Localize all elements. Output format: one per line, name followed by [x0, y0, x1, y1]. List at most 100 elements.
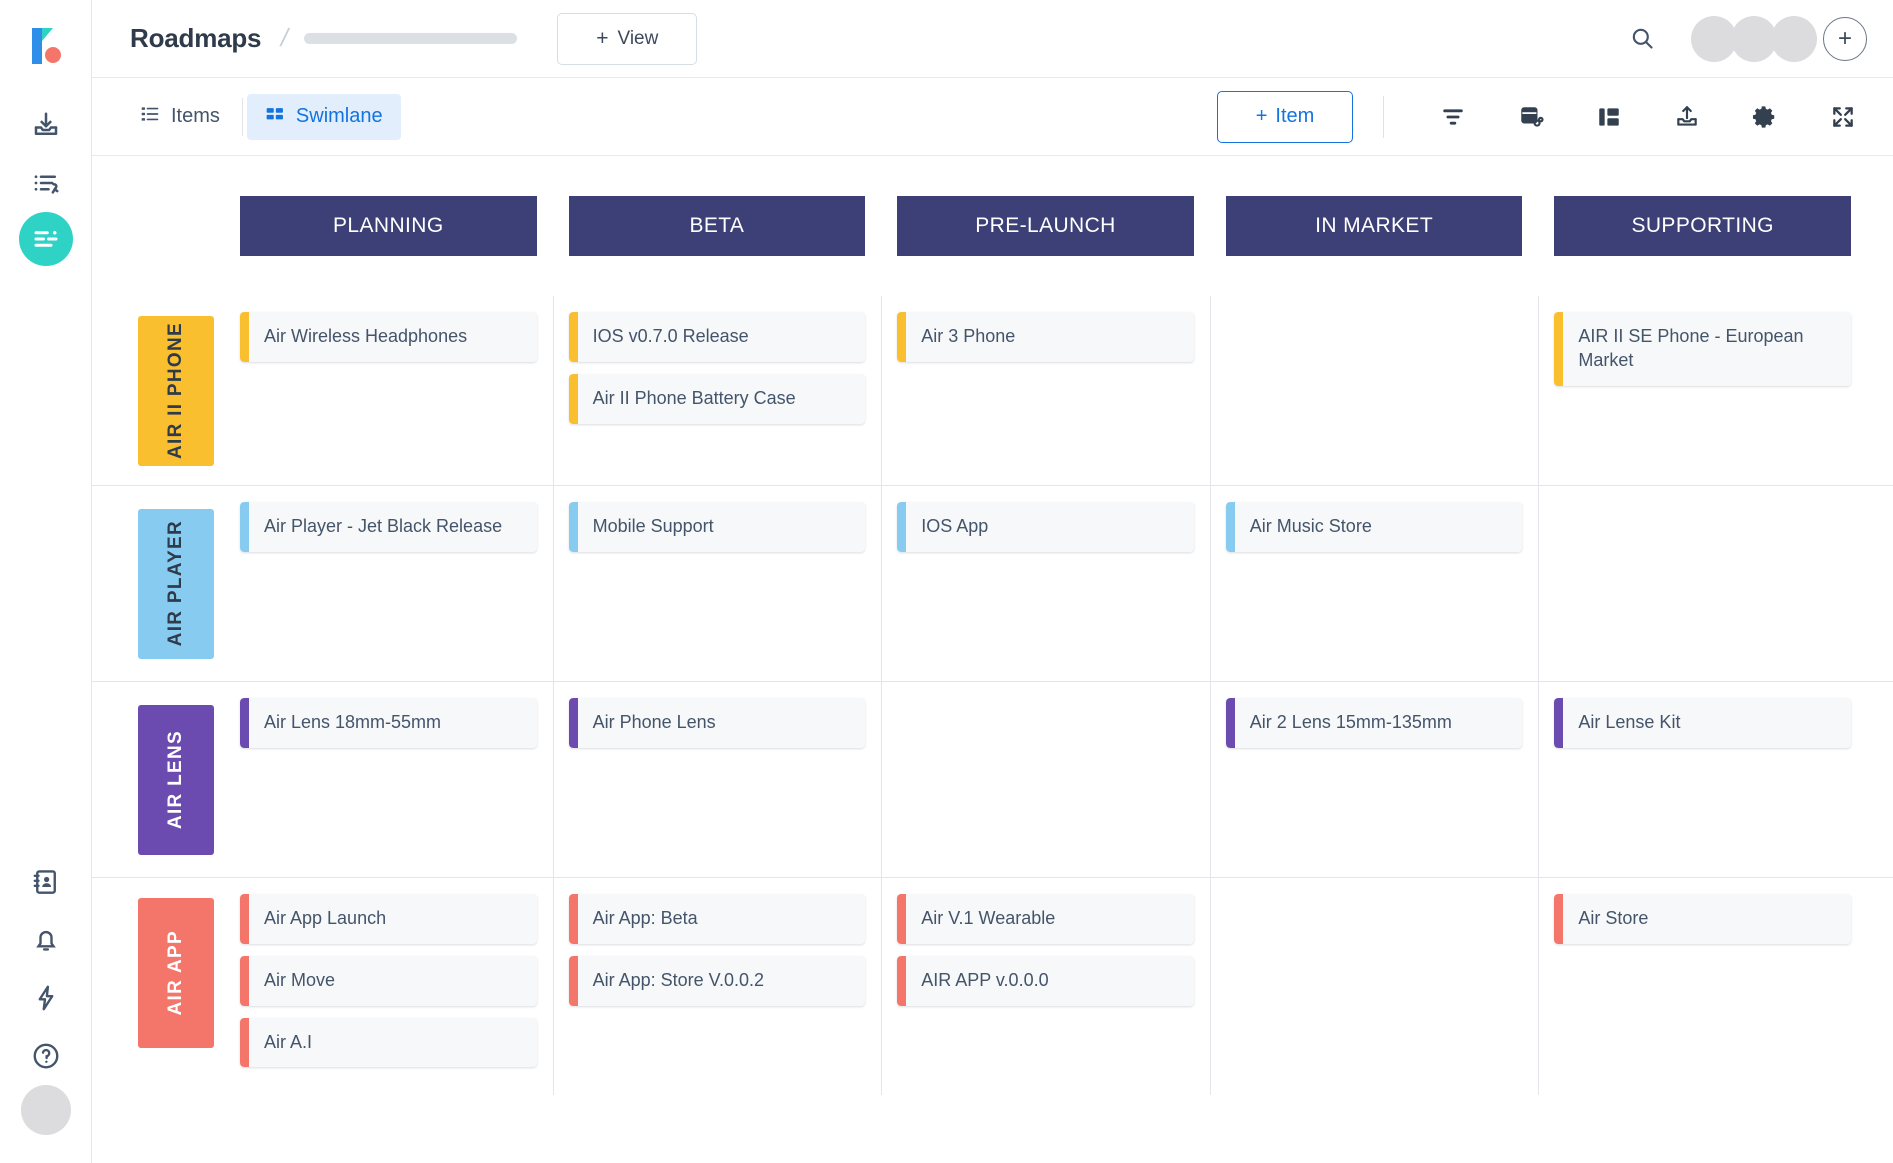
- add-view-label: View: [617, 27, 659, 49]
- roadmap-card[interactable]: Air 2 Lens 15mm-135mm: [1225, 698, 1523, 748]
- swimlane-label[interactable]: AIR II PHONE: [138, 315, 214, 466]
- breadcrumb-separator: /: [278, 24, 292, 52]
- bell-icon[interactable]: [17, 911, 75, 969]
- roadmap-card[interactable]: Air A.I: [240, 1017, 537, 1068]
- roadmap-card[interactable]: Air Store: [1554, 894, 1851, 944]
- roadmap-card[interactable]: Air Phone Lens: [568, 698, 866, 748]
- column-header[interactable]: IN MARKET: [1225, 196, 1523, 256]
- help-icon[interactable]: [17, 1027, 75, 1085]
- roadmap-card[interactable]: IOS v0.7.0 Release: [568, 312, 866, 362]
- swimlane-cell[interactable]: Mobile Support: [552, 486, 866, 681]
- roadmap-card[interactable]: Air App Launch: [240, 894, 537, 944]
- swimlane-cell[interactable]: Air App: Beta Air App: Store V.0.0.2: [552, 877, 866, 1096]
- swimlane-label-text: AIR II PHONE: [165, 321, 186, 459]
- user-avatar[interactable]: [20, 1085, 71, 1135]
- fullscreen-icon[interactable]: [1821, 95, 1865, 139]
- search-icon[interactable]: [1619, 16, 1665, 62]
- inbox-download-icon[interactable]: [17, 96, 75, 154]
- column-headers: PLANNING BETA PRE-LAUNCH IN MARKET SUPPORTIN…: [240, 156, 1893, 256]
- roadmap-card[interactable]: Mobile Support: [568, 502, 866, 552]
- column-header[interactable]: SUPPORTING: [1554, 196, 1851, 256]
- roadmap-card[interactable]: IOS App: [897, 502, 1194, 552]
- avatar[interactable]: [1771, 15, 1817, 62]
- plus-icon: +: [596, 26, 609, 50]
- swimlane-cell[interactable]: Air Lense Kit: [1538, 682, 1851, 877]
- column-header[interactable]: BETA: [568, 196, 866, 256]
- roadmap-card[interactable]: Air Wireless Headphones: [240, 312, 537, 362]
- swimlane-label[interactable]: AIR APP: [138, 898, 214, 1048]
- roadmap-card[interactable]: Air Player - Jet Black Release: [240, 502, 537, 552]
- roadmap-card[interactable]: Air App: Store V.0.0.2: [568, 955, 866, 1006]
- swimlane-cell[interactable]: Air Store: [1538, 877, 1851, 1096]
- roadmap-card[interactable]: Air 3 Phone: [897, 312, 1194, 362]
- swimlane-cell[interactable]: Air V.1 Wearable AIR APP v.0.0.0: [881, 877, 1194, 1096]
- toolbar-divider: [1383, 95, 1384, 138]
- add-item-label: Item: [1275, 105, 1315, 127]
- tab-swimlane[interactable]: Swimlane: [246, 93, 401, 140]
- roadmap-card[interactable]: Air II Phone Battery Case: [568, 373, 866, 424]
- swimlane-cell[interactable]: Air Wireless Headphones: [240, 312, 537, 469]
- app-logo[interactable]: [22, 22, 70, 70]
- swimlane-label[interactable]: AIR LENS: [138, 704, 214, 855]
- tab-items-label: Items: [171, 105, 220, 127]
- tab-divider: [241, 97, 243, 136]
- main-window: Roadmaps / + View + Items Swimlane + Ite…: [92, 0, 1893, 1163]
- swimlane-columns: Air Wireless Headphones IOS v0.7.0 Releas…: [240, 296, 1893, 485]
- breadcrumb-placeholder: [304, 33, 518, 44]
- task-list-icon[interactable]: [17, 154, 75, 212]
- filter-icon[interactable]: [1431, 95, 1475, 139]
- swimlane-columns: Air App Launch Air Move Air A.I Air App: Be…: [240, 877, 1893, 1096]
- swimlanes: AIR II PHONE Air Wireless Headphones IOS v…: [92, 296, 1893, 1163]
- swimlane-cell[interactable]: Air 2 Lens 15mm-135mm: [1209, 682, 1523, 877]
- layout-panel-icon[interactable]: [1587, 95, 1631, 139]
- header-actions: +: [1619, 15, 1867, 62]
- swimlane-label-text: AIR LENS: [165, 729, 186, 830]
- tab-items[interactable]: Items: [122, 94, 238, 140]
- roadmap-card[interactable]: AIR APP v.0.0.0: [897, 955, 1194, 1006]
- swimlane-cell[interactable]: Air Phone Lens: [552, 682, 866, 877]
- roadmap-card[interactable]: Air Lens 18mm-55mm: [240, 698, 537, 748]
- swimlane-cell[interactable]: Air 3 Phone: [881, 296, 1194, 485]
- swimlane-cell[interactable]: Air App Launch Air Move Air A.I: [240, 894, 537, 1079]
- swimlane-label-wrap: AIR APP: [92, 878, 240, 1068]
- swimlane-row: AIR LENS Air Lens 18mm-55mm Air Phone Lens…: [92, 682, 1893, 878]
- left-nav-rail: [0, 0, 92, 1163]
- roadmap-icon[interactable]: [18, 212, 73, 266]
- swimlane-cell[interactable]: AIR II SE Phone - European Market: [1538, 296, 1851, 485]
- board-toolbar: Items Swimlane + Item: [92, 78, 1893, 156]
- swimlane-cell[interactable]: Air Player - Jet Black Release: [240, 502, 537, 665]
- app-root: Roadmaps / + View + Items Swimlane + Ite…: [0, 0, 1893, 1163]
- swimlane-cell[interactable]: [881, 682, 1194, 877]
- add-view-button[interactable]: + View: [557, 12, 698, 65]
- column-header[interactable]: PLANNING: [240, 196, 537, 256]
- bolt-icon[interactable]: [17, 969, 75, 1027]
- roadmap-card[interactable]: Air App: Beta: [568, 894, 866, 944]
- swimlane-cell[interactable]: Air Lens 18mm-55mm: [240, 698, 537, 861]
- swimlane-row: AIR APP Air App Launch Air Move Air A.I Air …: [92, 877, 1893, 1096]
- swimlane-cell[interactable]: [1538, 486, 1851, 681]
- roadmap-card[interactable]: Air Move: [240, 955, 537, 1006]
- list-icon: [140, 104, 160, 130]
- swimlane-label[interactable]: AIR PLAYER: [138, 508, 214, 659]
- roadmap-card[interactable]: Air Lense Kit: [1554, 698, 1851, 748]
- swimlane-columns: Air Player - Jet Black Release Mobile Sup…: [240, 486, 1893, 681]
- roadmap-card[interactable]: Air Music Store: [1225, 502, 1523, 552]
- swimlane-cell[interactable]: Air Music Store: [1209, 486, 1523, 681]
- swimlane-cell[interactable]: IOS App: [881, 486, 1194, 681]
- upload-icon[interactable]: [1665, 95, 1709, 139]
- add-member-button[interactable]: +: [1823, 16, 1867, 61]
- swimlane-icon: [265, 104, 285, 130]
- card-link-icon[interactable]: [1509, 95, 1553, 139]
- column-header[interactable]: PRE-LAUNCH: [897, 196, 1194, 256]
- gear-icon[interactable]: [1743, 95, 1787, 139]
- swimlane-cell[interactable]: [1209, 877, 1523, 1096]
- contacts-icon[interactable]: [17, 853, 75, 911]
- roadmap-card[interactable]: Air V.1 Wearable: [897, 894, 1194, 944]
- swimlane-cell[interactable]: IOS v0.7.0 Release Air II Phone Battery C…: [552, 296, 866, 485]
- swimlane-cell[interactable]: [1209, 296, 1523, 485]
- roadmap-card[interactable]: AIR II SE Phone - European Market: [1554, 312, 1851, 386]
- swimlane-board: PLANNING BETA PRE-LAUNCH IN MARKET SUPPORTIN…: [92, 156, 1893, 1163]
- member-avatars: [1691, 15, 1817, 62]
- add-item-button[interactable]: + Item: [1217, 90, 1353, 143]
- swimlane-row: AIR II PHONE Air Wireless Headphones IOS v…: [92, 296, 1893, 486]
